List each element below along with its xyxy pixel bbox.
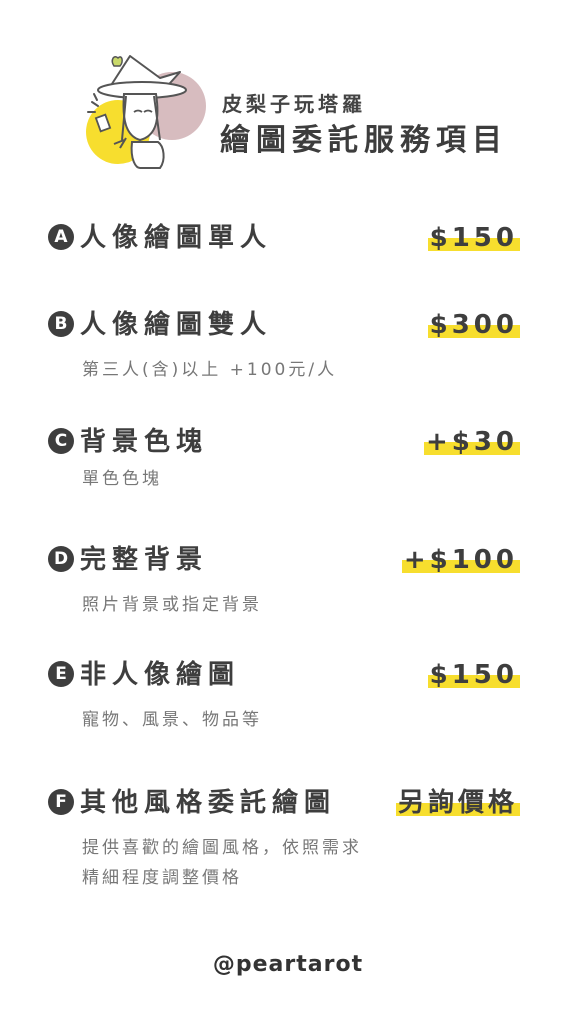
service-row: D 完整背景 +$100: [48, 540, 528, 580]
letter-badge: F: [48, 789, 74, 815]
service-description-line-1: 提供喜歡的繪圖風格，依照需求: [82, 838, 362, 858]
header: 皮梨子玩塔羅 繪圖委託服務項目: [0, 0, 576, 180]
service-price: $150: [427, 655, 520, 695]
letter-badge: A: [48, 224, 74, 250]
page-title: 繪圖委託服務項目: [220, 123, 508, 158]
service-name: 完整背景: [80, 545, 209, 575]
service-row: C 背景色塊 +$30: [48, 422, 528, 462]
service-name: 背景色塊: [80, 427, 209, 457]
service-row: B 人像繪圖雙人 $300: [48, 305, 528, 345]
service-item-f: F 其他風格委託繪圖 另詢價格 提供喜歡的繪圖風格，依照需求 精細程度調整價格: [48, 783, 528, 893]
service-name: 其他風格委託繪圖: [80, 788, 337, 818]
service-item-e: E 非人像繪圖 $150 寵物、風景、物品等: [48, 655, 528, 735]
service-description: 單色色塊: [82, 469, 162, 489]
service-price: 另詢價格: [395, 783, 520, 823]
service-price: $150: [427, 218, 520, 258]
letter-badge: D: [48, 546, 74, 572]
service-name: 人像繪圖雙人: [80, 310, 273, 340]
service-row: F 其他風格委託繪圖 另詢價格: [48, 783, 528, 823]
service-description: 第三人(含)以上 +100元/人: [82, 360, 338, 380]
service-price: +$100: [401, 540, 520, 580]
service-name: 非人像繪圖: [80, 660, 241, 690]
service-name: 人像繪圖單人: [80, 223, 273, 253]
letter-badge: E: [48, 661, 74, 687]
service-price: +$30: [423, 422, 520, 462]
service-item-b: B 人像繪圖雙人 $300 第三人(含)以上 +100元/人: [48, 305, 528, 385]
service-description: 寵物、風景、物品等: [82, 710, 262, 730]
service-item-c: C 背景色塊 +$30 單色色塊: [48, 422, 528, 494]
letter-badge: B: [48, 311, 74, 337]
brand-name: 皮梨子玩塔羅: [222, 92, 366, 116]
service-description: 照片背景或指定背景: [82, 595, 262, 615]
service-row: E 非人像繪圖 $150: [48, 655, 528, 695]
service-description-line-2: 精細程度調整價格: [82, 868, 242, 888]
service-item-a: A 人像繪圖單人 $150: [48, 218, 528, 258]
social-handle: @peartarot: [212, 952, 364, 977]
service-row: A 人像繪圖單人 $150: [48, 218, 528, 258]
letter-badge: C: [48, 428, 74, 454]
service-price: $300: [427, 305, 520, 345]
witch-avatar-illustration: [86, 55, 206, 169]
service-item-d: D 完整背景 +$100 照片背景或指定背景: [48, 540, 528, 620]
